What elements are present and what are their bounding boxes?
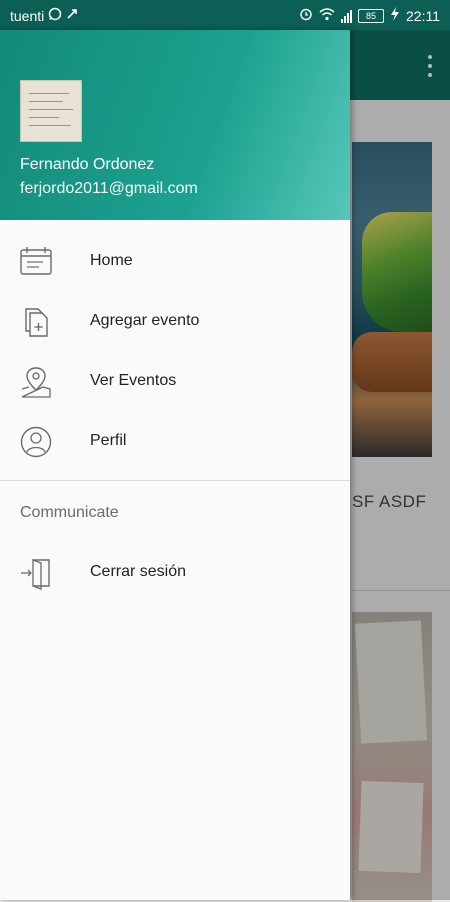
menu-item-perfil[interactable]: Perfil <box>0 412 350 472</box>
avatar-detail <box>29 125 71 126</box>
navigation-drawer: Fernando Ordonez ferjordo2011@gmail.com … <box>0 30 350 900</box>
avatar[interactable] <box>20 80 82 142</box>
menu-divider <box>0 480 350 481</box>
battery-icon: 85 <box>358 9 384 23</box>
battery-level: 85 <box>365 11 376 21</box>
menu-item-label: Home <box>90 252 133 269</box>
logout-icon <box>19 556 53 590</box>
menu-item-ver-eventos[interactable]: Ver Eventos <box>0 352 350 412</box>
menu-item-label: Agregar evento <box>90 312 200 329</box>
menu-item-home[interactable]: Home <box>0 232 350 292</box>
add-document-icon <box>19 305 53 339</box>
section-title: Communicate <box>20 504 119 521</box>
menu-item-label: Cerrar sesión <box>90 563 187 580</box>
status-bar: tuenti 85 22:11 <box>0 0 450 30</box>
avatar-detail <box>29 93 69 94</box>
charging-icon <box>390 7 400 25</box>
user-name: Fernando Ordonez <box>20 156 155 173</box>
map-pin-icon <box>19 365 53 399</box>
notification-icon <box>66 8 78 24</box>
drawer-header: Fernando Ordonez ferjordo2011@gmail.com <box>0 30 350 220</box>
drawer-scrim[interactable] <box>350 30 450 900</box>
menu-item-label: Perfil <box>90 432 127 449</box>
menu-item-agregar-evento[interactable]: Agregar evento <box>0 292 350 352</box>
wifi-icon <box>319 7 335 25</box>
carrier-label: tuenti <box>10 8 45 24</box>
user-email: ferjordo2011@gmail.com <box>20 180 198 197</box>
alarm-icon <box>299 7 313 25</box>
signal-icon <box>341 9 352 23</box>
clock: 22:11 <box>406 8 440 24</box>
calendar-icon <box>19 245 53 279</box>
whatsapp-icon <box>48 7 62 25</box>
avatar-detail <box>29 117 59 118</box>
menu-item-cerrar-sesion[interactable]: Cerrar sesión <box>0 543 350 603</box>
menu-item-label: Ver Eventos <box>90 372 177 389</box>
avatar-detail <box>29 101 63 102</box>
avatar-detail <box>29 109 73 110</box>
profile-icon <box>19 425 53 459</box>
